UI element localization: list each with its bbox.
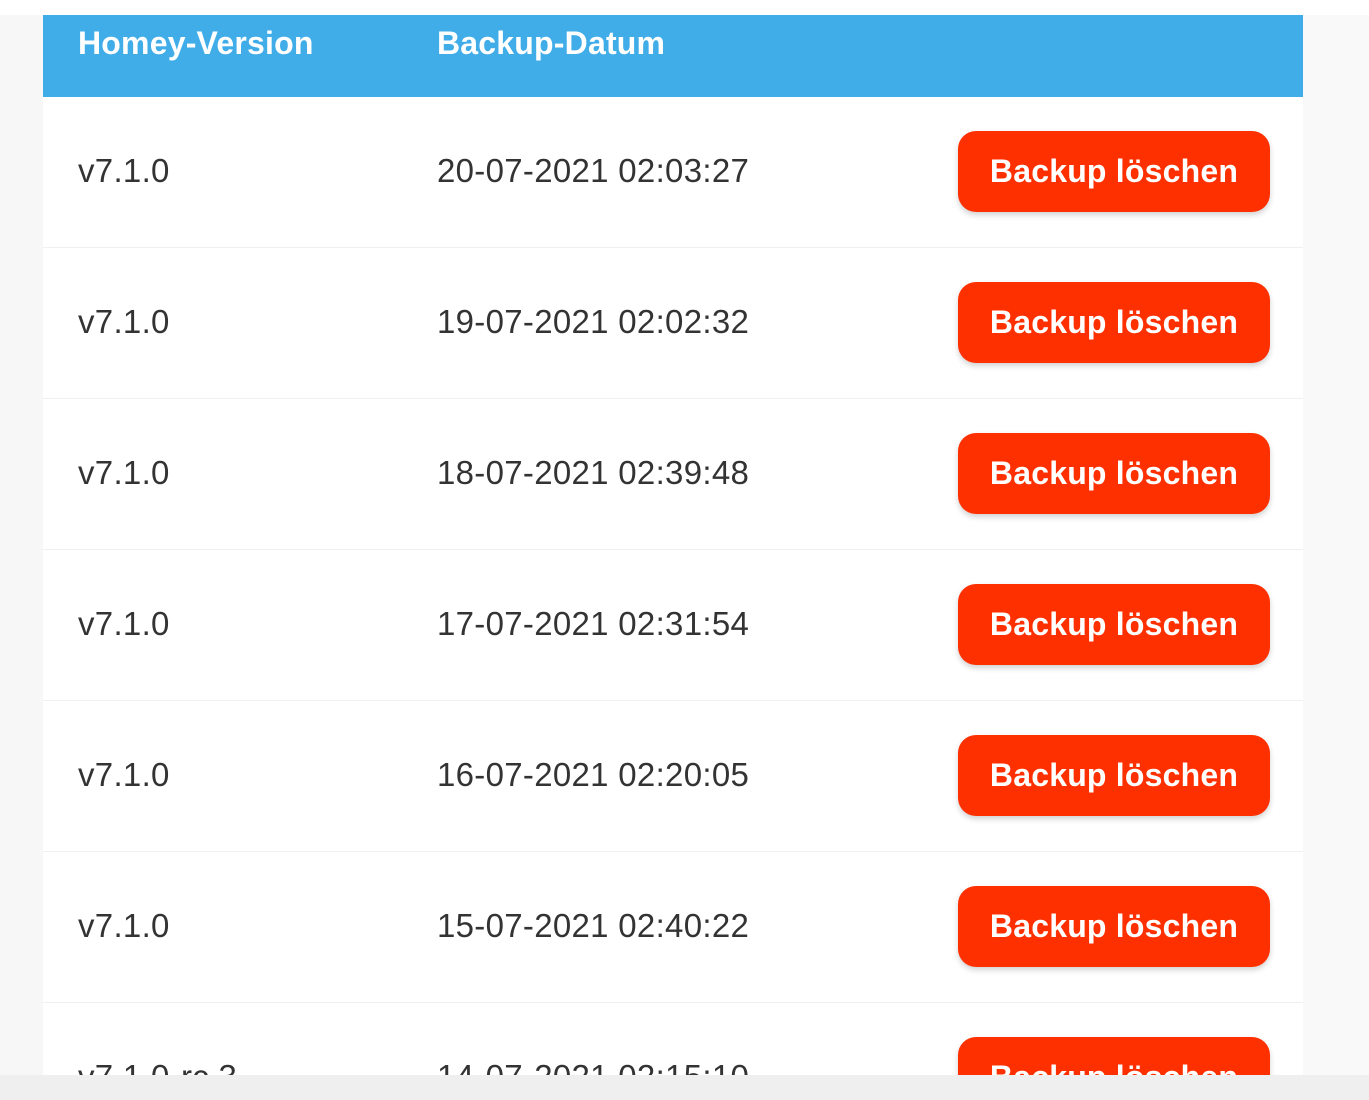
- row-backup-date: 19-07-2021 02:02:32: [437, 303, 750, 340]
- delete-backup-button[interactable]: Backup löschen: [958, 433, 1270, 514]
- header-homey-version: Homey-Version: [78, 25, 314, 61]
- row-version: v7.1.0: [78, 152, 170, 189]
- row-backup-date: 14-07-2021 02:15:10: [437, 1003, 749, 1075]
- bottom-edge: [0, 1075, 1369, 1100]
- row-version: v7.1.0: [78, 454, 170, 491]
- delete-backup-button[interactable]: Backup löschen: [958, 282, 1270, 363]
- row-version: v7.1.0: [78, 303, 170, 340]
- right-edge: [1303, 15, 1369, 1075]
- table-row: v7.1.0 20-07-2021 02:03:27 Backup lösche…: [43, 97, 1303, 248]
- delete-backup-button[interactable]: Backup löschen: [958, 1037, 1270, 1075]
- delete-backup-button[interactable]: Backup löschen: [958, 131, 1270, 212]
- row-version: v7.1.0: [78, 756, 170, 793]
- row-backup-date: 20-07-2021 02:03:27: [437, 152, 750, 189]
- delete-backup-button[interactable]: Backup löschen: [958, 584, 1270, 665]
- delete-backup-button[interactable]: Backup löschen: [958, 886, 1270, 967]
- row-backup-date: 16-07-2021 02:20:05: [437, 756, 750, 793]
- table-row: v7.1.0 19-07-2021 02:02:32 Backup lösche…: [43, 248, 1303, 399]
- table-row: v7.1.0-rc.3 14-07-2021 02:15:10 Backup l…: [43, 1003, 1303, 1075]
- row-version: v7.1.0: [78, 605, 170, 642]
- row-version: v7.1.0: [78, 907, 170, 944]
- delete-backup-button[interactable]: Backup löschen: [958, 735, 1270, 816]
- table-row: v7.1.0 15-07-2021 02:40:22 Backup lösche…: [43, 852, 1303, 1003]
- table-row: v7.1.0 16-07-2021 02:20:05 Backup lösche…: [43, 701, 1303, 852]
- table-row: v7.1.0 18-07-2021 02:39:48 Backup lösche…: [43, 399, 1303, 550]
- top-edge: [0, 0, 1369, 15]
- row-backup-date: 18-07-2021 02:39:48: [437, 454, 750, 491]
- table-row: v7.1.0 17-07-2021 02:31:54 Backup lösche…: [43, 550, 1303, 701]
- row-backup-date: 15-07-2021 02:40:22: [437, 907, 750, 944]
- backup-table: Homey-Version Backup-Datum v7.1.0 20-07-…: [43, 15, 1303, 1075]
- table-header: Homey-Version Backup-Datum: [43, 15, 1303, 97]
- row-version: v7.1.0-rc.3: [78, 1003, 237, 1075]
- header-backup-date: Backup-Datum: [437, 25, 666, 61]
- row-backup-date: 17-07-2021 02:31:54: [437, 605, 750, 642]
